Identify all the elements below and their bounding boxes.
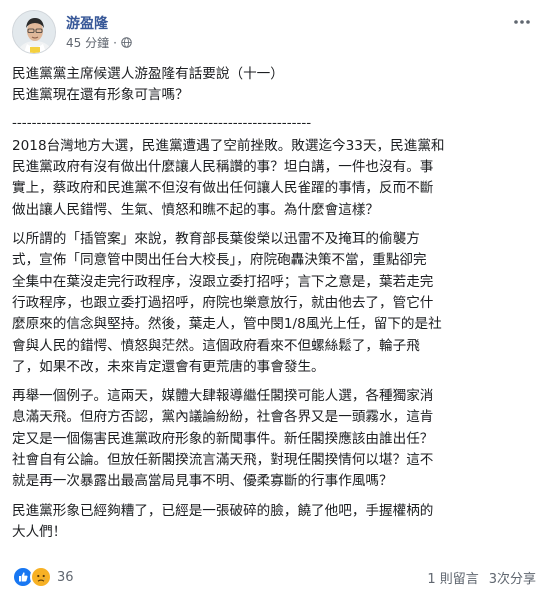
intro-line: 民進黨現在還有形象可言嗎？ [12, 87, 189, 104]
engagement-counts: 1 則留言 3次分享 [427, 568, 536, 587]
author-avatar[interactable] [12, 10, 56, 54]
paragraph-line: 就是再一次暴露出最高當局見事不明、優柔寡斷的行事作風嗎？ [12, 473, 393, 490]
post-meta: 45 分鐘 · [66, 34, 132, 51]
paragraph-line: 式，宣佈「同意管中閔出任台大校長」，府院砲轟決策不當，重點卻完 [12, 252, 427, 269]
paragraph-line: 民進黨形象已經夠糟了，已經是一張破碎的臉，饒了他吧，手握權柄的 [12, 502, 434, 519]
paragraph-line: 會與人民的錯愕、憤怒與茫然。這個政府看來不但螺絲鬆了，輪子飛 [12, 337, 420, 354]
post-intro: 民進黨黨主席候選人游盈隆有話要說（十一） 民進黨現在還有形象可言嗎？ [12, 64, 532, 107]
paragraph-line: 民進黨政府有沒有做出什麼讓人民稱讚的事？坦白講，一件也沒有。事 [12, 159, 434, 176]
more-options-icon[interactable] [512, 16, 532, 28]
paragraph-line: 息滿天飛。但府方否認，黨內議論紛紛，社會各界又是一頭霧水，這肯 [12, 409, 434, 426]
paragraph: 2018台灣地方大選，民進黨遭遇了空前挫敗。敗選迄今33天，民進黨和 民進黨政府… [12, 136, 532, 221]
post-content: 民進黨黨主席候選人游盈隆有話要說（十一） 民進黨現在還有形象可言嗎？ -----… [12, 64, 532, 551]
intro-line: 民進黨黨主席候選人游盈隆有話要說（十一） [12, 66, 284, 82]
comment-count-link[interactable]: 1 則留言 [427, 568, 478, 587]
paragraph-line: 社會自有公論。但放任新閣揆流言滿天飛，對現任閣揆情何以堪？這不 [12, 452, 434, 469]
paragraph-line: 大人們！ [12, 523, 67, 540]
paragraph-line: 了，如果不改，未來肯定還會有更荒唐的事會發生。 [12, 358, 325, 375]
paragraph-line: 行政程序，也跟立委打過招呼，府院也樂意放行，就由他去了，管它什 [12, 294, 434, 311]
post-timestamp[interactable]: 45 分鐘 [66, 34, 109, 51]
paragraph-line: 定又是一個傷害民進黨政府形象的新聞事件。新任閣揆應該由誰出任？ [12, 430, 434, 447]
text-divider: ----------------------------------------… [12, 114, 312, 131]
reaction-count: 36 [57, 569, 74, 585]
post-footer: 36 1 則留言 3次分享 [12, 566, 536, 588]
paragraph-line: 實上，蔡政府和民進黨不但沒有做出任何讓人民雀躍的事情，反而不斷 [12, 180, 434, 197]
avatar-portrait-icon [13, 11, 55, 53]
globe-icon[interactable] [121, 37, 132, 48]
share-count-link[interactable]: 3次分享 [489, 568, 536, 587]
paragraph-line: 以所謂的「插管案」來說，教育部長葉俊榮以迅雷不及掩耳的偷襲方 [12, 231, 420, 248]
post-header: 游盈隆 45 分鐘 · [12, 10, 532, 56]
paragraph: 以所謂的「插管案」來說，教育部長葉俊榮以迅雷不及掩耳的偷襲方 式，宣佈「同意管中… [12, 229, 532, 378]
sad-icon [30, 566, 52, 588]
author-name[interactable]: 游盈隆 [66, 13, 108, 33]
reactions-summary[interactable]: 36 [12, 566, 74, 588]
paragraph-line: 做出讓人民錯愕、生氣、憤怒和瞧不起的事。為什麼會這樣？ [12, 201, 380, 218]
paragraph: 再舉一個例子。這兩天，媒體大肆報導繼任閣揆可能人選，各種獨家消 息滿天飛。但府方… [12, 386, 532, 492]
paragraph-line: 再舉一個例子。這兩天，媒體大肆報導繼任閣揆可能人選，各種獨家消 [12, 388, 434, 405]
paragraph-line: 全集中在葉沒走完行政程序，沒跟立委打招呼；言下之意是，葉若走完 [12, 273, 434, 290]
paragraph: 民進黨形象已經夠糟了，已經是一張破碎的臉，饒了他吧，手握權柄的 大人們！ [12, 501, 532, 544]
paragraph-line: 麼原來的信念與堅持。然後，葉走人，管中閔1/8風光上任，留下的是社 [12, 316, 442, 333]
facebook-post: 游盈隆 45 分鐘 · 民進黨黨主席候選人游盈隆有話要說（十一） 民進黨現在還有… [0, 0, 549, 596]
paragraph-line: 2018台灣地方大選，民進黨遭遇了空前挫敗。敗選迄今33天，民進黨和 [12, 137, 445, 154]
